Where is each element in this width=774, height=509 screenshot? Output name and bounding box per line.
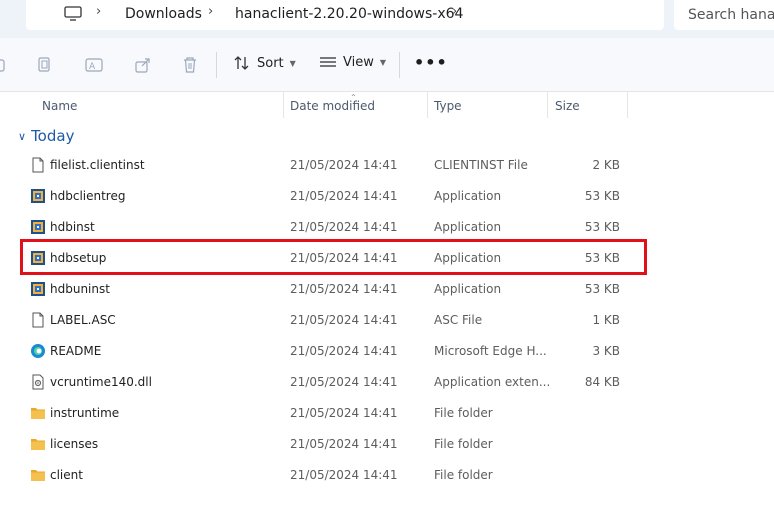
rename-icon[interactable]: A bbox=[85, 56, 103, 74]
file-name: hdbinst bbox=[50, 220, 95, 234]
file-size: 84 KB bbox=[584, 375, 620, 389]
file-date-modified: 21/05/2024 14:41 bbox=[290, 437, 398, 451]
breadcrumb-downloads[interactable]: Downloads bbox=[125, 6, 202, 22]
folder-icon bbox=[30, 405, 46, 421]
file-size: 53 KB bbox=[584, 220, 620, 234]
file-name: hdbclientreg bbox=[50, 189, 126, 203]
group-label: Today bbox=[31, 127, 75, 145]
breadcrumb-chevron-icon[interactable]: › bbox=[208, 4, 213, 19]
file-row-licenses[interactable]: licenses 21/05/2024 14:41 File folder bbox=[0, 429, 774, 460]
file-date-modified: 21/05/2024 14:41 bbox=[290, 344, 398, 358]
column-divider[interactable] bbox=[627, 92, 628, 118]
copy-icon[interactable] bbox=[36, 56, 54, 74]
file-type: Application bbox=[434, 282, 502, 296]
column-header-size[interactable]: Size bbox=[555, 99, 580, 113]
folder-icon bbox=[30, 467, 46, 483]
file-date-modified: 21/05/2024 14:41 bbox=[290, 282, 398, 296]
file-type: File folder bbox=[434, 437, 493, 451]
file-row-instruntime[interactable]: instruntime 21/05/2024 14:41 File folder bbox=[0, 398, 774, 429]
delete-icon[interactable] bbox=[181, 56, 199, 74]
file-row-hdbuninst[interactable]: hdbuninst 21/05/2024 14:41 Application 53 K… bbox=[0, 274, 774, 305]
breadcrumb-chevron-icon[interactable]: › bbox=[452, 4, 457, 19]
file-date-modified: 21/05/2024 14:41 bbox=[290, 220, 398, 234]
column-header-name[interactable]: Name bbox=[42, 99, 77, 113]
share-icon[interactable] bbox=[134, 56, 152, 74]
breadcrumb-current-folder[interactable]: hanaclient-2.20.20-windows-x64 bbox=[235, 6, 463, 22]
column-divider[interactable] bbox=[547, 92, 548, 118]
file-row-filelist-clientinst[interactable]: filelist.clientinst 21/05/2024 14:41 CLIEN… bbox=[0, 150, 774, 181]
file-date-modified: 21/05/2024 14:41 bbox=[290, 313, 398, 327]
chevron-down-icon: ▼ bbox=[289, 58, 296, 68]
sort-icon bbox=[234, 56, 249, 70]
column-divider[interactable] bbox=[283, 92, 284, 118]
file-type: CLIENTINST File bbox=[434, 158, 528, 172]
search-placeholder: Search hanacli bbox=[688, 7, 774, 23]
file-type: Microsoft Edge H... bbox=[434, 344, 547, 358]
dll-icon bbox=[30, 374, 46, 390]
file-name: LABEL.ASC bbox=[50, 313, 116, 327]
column-divider[interactable] bbox=[427, 92, 428, 118]
file-type: File folder bbox=[434, 406, 493, 420]
file-row-label-asc[interactable]: LABEL.ASC 21/05/2024 14:41 ASC File 1 KB bbox=[0, 305, 774, 336]
file-size: 53 KB bbox=[584, 189, 620, 203]
file-row-readme[interactable]: README 21/05/2024 14:41 Microsoft Edge H..… bbox=[0, 336, 774, 367]
file-date-modified: 21/05/2024 14:41 bbox=[290, 468, 398, 482]
file-type: Application bbox=[434, 220, 502, 234]
file-type: Application bbox=[434, 189, 502, 203]
file-row-client[interactable]: client 21/05/2024 14:41 File folder bbox=[0, 460, 774, 491]
file-date-modified: 21/05/2024 14:41 bbox=[290, 189, 398, 203]
application-icon bbox=[30, 281, 46, 297]
file-date-modified: 21/05/2024 14:41 bbox=[290, 158, 398, 172]
file-name: instruntime bbox=[50, 406, 120, 420]
chevron-down-icon: ∨ bbox=[18, 129, 27, 143]
file-name: README bbox=[50, 344, 102, 358]
file-name: vcruntime140.dll bbox=[50, 375, 152, 389]
search-box[interactable]: Search hanacli bbox=[674, 0, 774, 30]
file-name: client bbox=[50, 468, 83, 482]
column-header-type[interactable]: Type bbox=[434, 99, 462, 113]
document-icon bbox=[30, 312, 46, 328]
toolbar-divider bbox=[399, 52, 400, 78]
file-size: 53 KB bbox=[584, 282, 620, 296]
folder-icon bbox=[30, 436, 46, 452]
application-icon bbox=[30, 188, 46, 204]
file-type: ASC File bbox=[434, 313, 483, 327]
file-size: 3 KB bbox=[592, 344, 620, 358]
view-label: View bbox=[343, 55, 374, 70]
file-name: filelist.clientinst bbox=[50, 158, 145, 172]
file-row-vcruntime140-dll[interactable]: vcruntime140.dll 21/05/2024 14:41 Applicat… bbox=[0, 367, 774, 398]
file-type: File folder bbox=[434, 468, 493, 482]
document-icon bbox=[30, 157, 46, 173]
edge-icon bbox=[30, 343, 46, 359]
command-bar: A Sort ▼ View ▼ ••• bbox=[0, 38, 774, 92]
view-button[interactable]: View ▼ bbox=[319, 55, 386, 70]
column-header-date[interactable]: Date modified bbox=[290, 99, 375, 113]
file-name: licenses bbox=[50, 437, 99, 451]
view-icon bbox=[320, 56, 336, 67]
sort-button[interactable]: Sort ▼ bbox=[233, 55, 296, 71]
breadcrumb-chevron-icon[interactable]: › bbox=[96, 4, 101, 19]
address-bar-region: › Downloads › hanaclient-2.20.20-windows… bbox=[0, 0, 774, 38]
sort-label: Sort bbox=[257, 55, 284, 71]
file-size: 1 KB bbox=[592, 313, 620, 327]
cut-icon[interactable] bbox=[0, 56, 10, 74]
more-options-button[interactable]: ••• bbox=[414, 53, 448, 72]
application-icon bbox=[30, 219, 46, 235]
highlight-box bbox=[20, 239, 647, 275]
file-type: Application exten... bbox=[434, 375, 551, 389]
svg-text:A: A bbox=[89, 62, 96, 72]
file-name: hdbuninst bbox=[50, 282, 110, 296]
toolbar-divider bbox=[216, 52, 217, 78]
file-row-hdbclientreg[interactable]: hdbclientreg 21/05/2024 14:41 Application 5… bbox=[0, 181, 774, 212]
file-size: 2 KB bbox=[592, 158, 620, 172]
group-header-today[interactable]: ∨ Today bbox=[18, 127, 74, 145]
file-date-modified: 21/05/2024 14:41 bbox=[290, 406, 398, 420]
chevron-down-icon: ▼ bbox=[379, 58, 387, 67]
address-bar[interactable]: › Downloads › hanaclient-2.20.20-windows… bbox=[26, 0, 664, 30]
this-pc-icon[interactable] bbox=[64, 6, 82, 21]
file-date-modified: 21/05/2024 14:41 bbox=[290, 375, 398, 389]
